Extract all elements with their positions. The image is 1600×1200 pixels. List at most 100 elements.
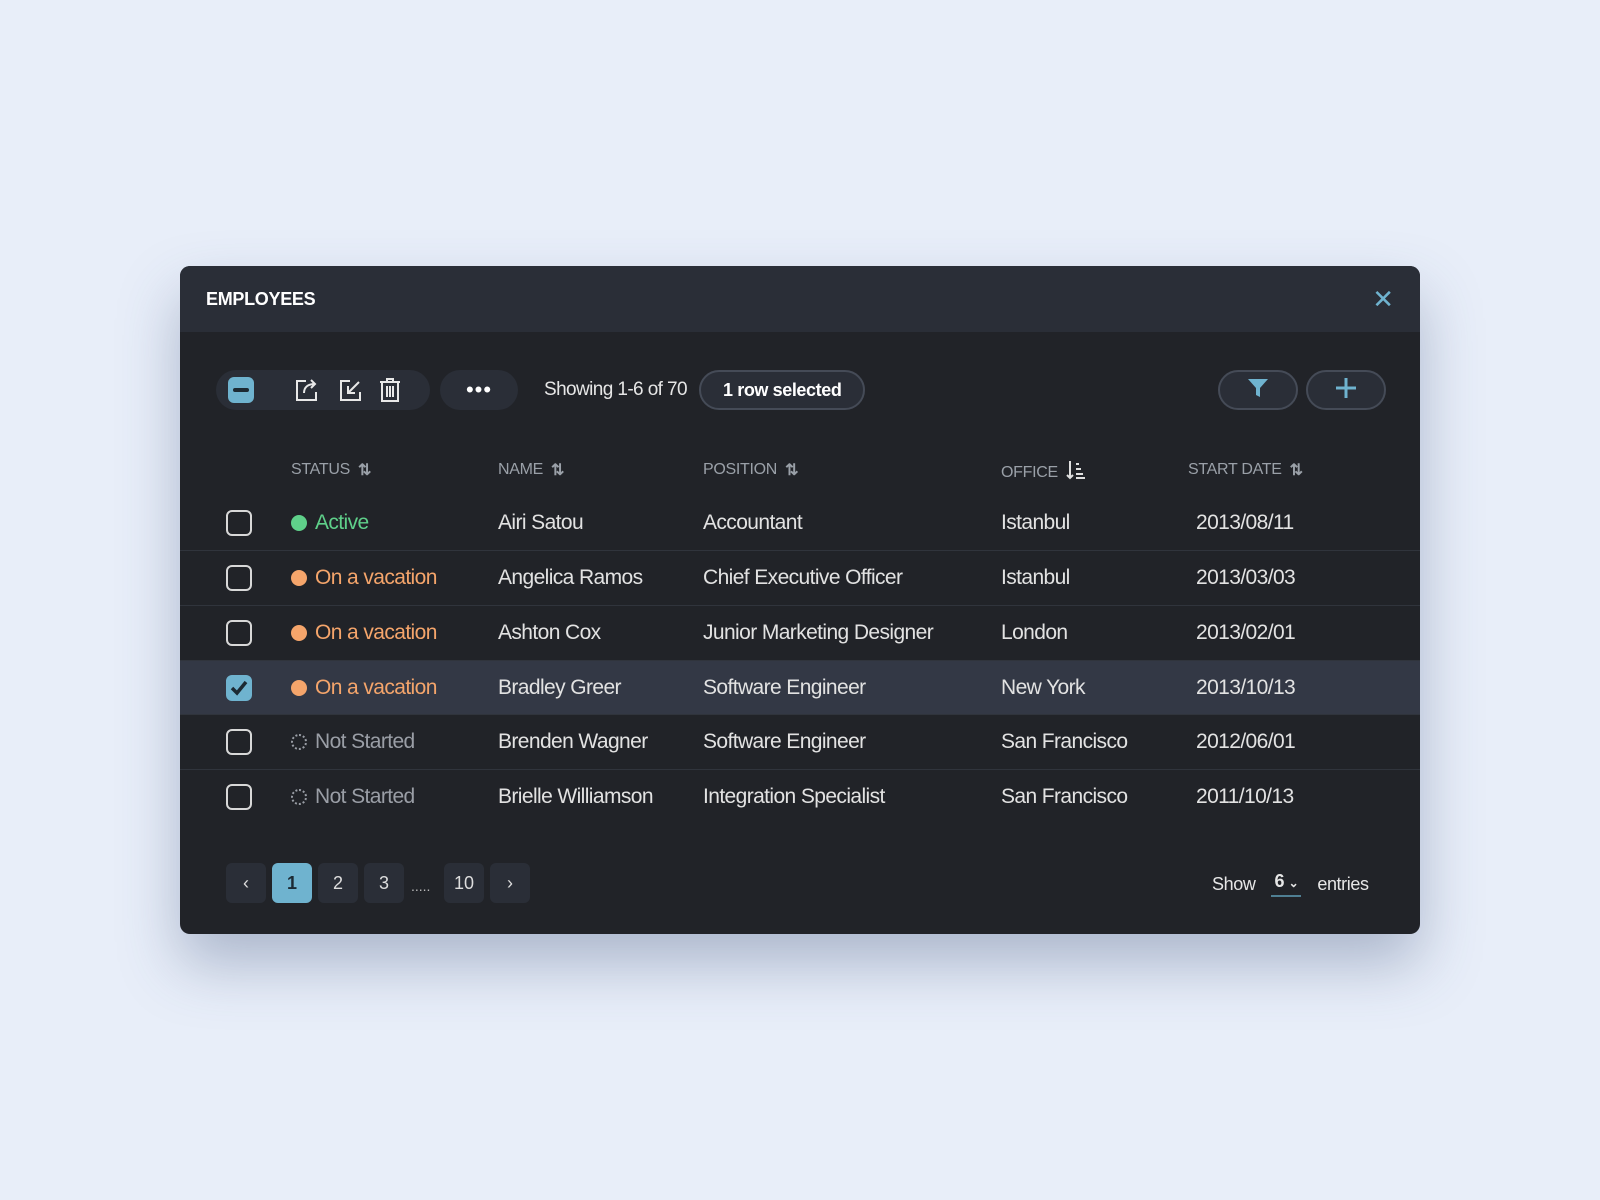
- entries-value: 6: [1274, 871, 1285, 891]
- selection-badge: 1 row selected: [699, 370, 866, 410]
- status-dot-icon: [291, 680, 307, 696]
- sort-icon[interactable]: ⇅: [551, 460, 564, 480]
- row-checkbox[interactable]: [226, 784, 252, 810]
- status-dot-icon: [291, 515, 307, 531]
- status-cell: Not Started: [291, 770, 415, 824]
- table-row[interactable]: On a vacation Bradley Greer Software Eng…: [180, 660, 1420, 714]
- sort-icon[interactable]: ⇅: [1290, 460, 1303, 480]
- name-cell: Ashton Cox: [498, 621, 601, 644]
- status-cell: On a vacation: [291, 551, 437, 605]
- office-cell: Istanbul: [1001, 566, 1070, 589]
- bulk-actions-group: [216, 370, 430, 410]
- row-checkbox[interactable]: [226, 729, 252, 755]
- start-date-cell: 2013/08/11: [1196, 511, 1294, 534]
- name-cell: Brielle Williamson: [498, 785, 654, 808]
- status-text: On a vacation: [315, 676, 437, 699]
- start-date-cell: 2013/03/03: [1196, 566, 1296, 589]
- row-checkbox[interactable]: [226, 565, 252, 591]
- page-10[interactable]: 10: [444, 863, 484, 903]
- sort-ascending-icon[interactable]: [1066, 460, 1086, 485]
- chevron-left-icon: ‹: [243, 872, 249, 893]
- status-cell: Not Started: [291, 715, 415, 769]
- name-cell: Bradley Greer: [498, 676, 622, 699]
- status-text: On a vacation: [315, 621, 437, 644]
- table-row[interactable]: Active Airi Satou Accountant Istanbul 20…: [180, 496, 1420, 550]
- status-text: Not Started: [315, 730, 415, 753]
- page-3[interactable]: 3: [364, 863, 404, 903]
- status-dot-icon: [291, 625, 307, 641]
- office-cell: Istanbul: [1001, 511, 1070, 534]
- status-text: Not Started: [315, 785, 415, 808]
- page-1[interactable]: 1: [272, 863, 312, 903]
- entries-select[interactable]: 6 ⌄: [1271, 871, 1302, 897]
- start-date-cell: 2013/02/01: [1196, 621, 1296, 644]
- more-button[interactable]: •••: [440, 370, 518, 410]
- status-cell: On a vacation: [291, 606, 437, 660]
- position-cell: Integration Specialist: [703, 785, 885, 808]
- add-button[interactable]: [1306, 370, 1386, 410]
- check-icon: [230, 680, 248, 696]
- table-row[interactable]: On a vacation Angelica Ramos Chief Execu…: [180, 550, 1420, 604]
- chevron-down-icon: ⌄: [1288, 876, 1299, 890]
- status-dot-icon: [291, 789, 307, 805]
- more-icon: •••: [465, 377, 493, 402]
- column-label: NAME: [498, 461, 544, 478]
- status-dot-icon: [291, 734, 307, 750]
- status-cell: Active: [291, 496, 369, 550]
- trash-icon[interactable]: [378, 377, 402, 403]
- close-icon[interactable]: ✕: [1372, 284, 1394, 315]
- column-header-position[interactable]: POSITION ⇅: [703, 460, 798, 480]
- column-header-name[interactable]: NAME ⇅: [498, 460, 564, 480]
- column-header-status[interactable]: STATUS ⇅: [291, 460, 371, 480]
- office-cell: London: [1001, 621, 1068, 644]
- office-cell: New York: [1001, 676, 1086, 699]
- position-cell: Software Engineer: [703, 730, 866, 753]
- sort-icon[interactable]: ⇅: [785, 460, 798, 480]
- column-label: START DATE: [1188, 461, 1282, 478]
- name-cell: Brenden Wagner: [498, 730, 648, 753]
- filter-button[interactable]: [1218, 370, 1298, 410]
- table-row[interactable]: Not Started Brielle Williamson Integrati…: [180, 769, 1420, 823]
- position-cell: Accountant: [703, 511, 803, 534]
- start-date-cell: 2012/06/01: [1196, 730, 1296, 753]
- column-header-office[interactable]: OFFICE: [1001, 460, 1086, 485]
- row-checkbox[interactable]: [226, 675, 252, 701]
- filter-icon: [1247, 377, 1269, 404]
- deselect-all-checkbox[interactable]: [228, 377, 254, 403]
- office-cell: San Francisco: [1001, 785, 1128, 808]
- column-label: OFFICE: [1001, 463, 1058, 481]
- name-cell: Airi Satou: [498, 511, 584, 534]
- column-header-start-date[interactable]: START DATE ⇅: [1188, 460, 1303, 480]
- status-dot-icon: [291, 570, 307, 586]
- status-text: Active: [315, 511, 369, 534]
- entries-label: entries: [1317, 873, 1369, 894]
- status-text: On a vacation: [315, 566, 437, 589]
- plus-icon: [1334, 376, 1358, 405]
- pagination-ellipsis: .....: [411, 878, 431, 894]
- row-checkbox[interactable]: [226, 510, 252, 536]
- office-cell: San Francisco: [1001, 730, 1128, 753]
- column-label: STATUS: [291, 461, 350, 478]
- row-checkbox[interactable]: [226, 620, 252, 646]
- chevron-right-icon: ›: [507, 872, 513, 893]
- position-cell: Junior Marketing Designer: [703, 621, 934, 644]
- start-date-cell: 2011/10/13: [1196, 785, 1294, 808]
- status-cell: On a vacation: [291, 661, 437, 715]
- start-date-cell: 2013/10/13: [1196, 676, 1296, 699]
- position-cell: Software Engineer: [703, 676, 866, 699]
- table-row[interactable]: On a vacation Ashton Cox Junior Marketin…: [180, 605, 1420, 659]
- column-label: POSITION: [703, 461, 778, 478]
- panel-title: EMPLOYEES: [206, 288, 316, 309]
- prev-page-button[interactable]: ‹: [226, 863, 266, 903]
- next-page-button[interactable]: ›: [490, 863, 530, 903]
- panel-header: EMPLOYEES ✕: [180, 266, 1420, 332]
- position-cell: Chief Executive Officer: [703, 566, 903, 589]
- entries-control: Show 6 ⌄ entries: [1212, 871, 1369, 897]
- page-2[interactable]: 2: [318, 863, 358, 903]
- sort-icon[interactable]: ⇅: [358, 460, 371, 480]
- import-icon[interactable]: [338, 377, 364, 403]
- table-row[interactable]: Not Started Brenden Wagner Software Engi…: [180, 714, 1420, 768]
- showing-count: Showing 1-6 of 70: [544, 379, 688, 400]
- show-label: Show: [1212, 873, 1256, 894]
- export-icon[interactable]: [294, 377, 320, 403]
